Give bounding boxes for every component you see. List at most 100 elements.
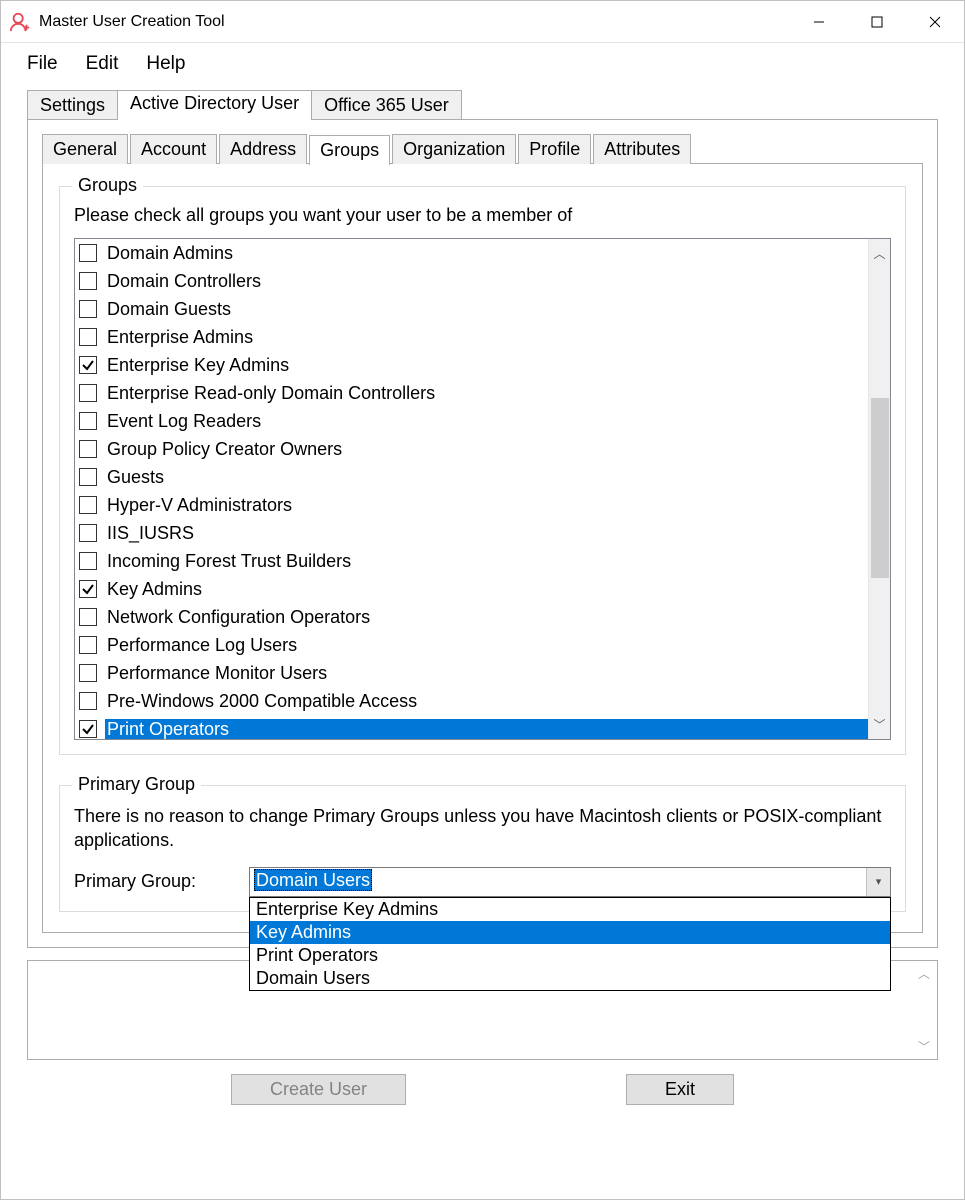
group-label: Performance Monitor Users: [105, 663, 329, 684]
group-item[interactable]: Domain Guests: [75, 295, 868, 323]
close-button[interactable]: [906, 1, 964, 43]
group-item[interactable]: Network Configuration Operators: [75, 603, 868, 631]
menu-help[interactable]: Help: [146, 53, 185, 75]
group-item[interactable]: Performance Monitor Users: [75, 659, 868, 687]
scroll-down-arrow-icon[interactable]: ﹀: [918, 1038, 930, 1055]
group-label: Hyper-V Administrators: [105, 495, 294, 516]
group-item[interactable]: Incoming Forest Trust Builders: [75, 547, 868, 575]
outer-tab-panel: General Account Address Groups Organizat…: [27, 119, 938, 948]
primary-group-dropdown[interactable]: Enterprise Key AdminsKey AdminsPrint Ope…: [249, 897, 891, 991]
primary-group-legend: Primary Group: [72, 774, 201, 795]
group-label: Event Log Readers: [105, 411, 263, 432]
checkbox[interactable]: [79, 412, 97, 430]
group-label: IIS_IUSRS: [105, 523, 196, 544]
dropdown-option[interactable]: Enterprise Key Admins: [250, 898, 890, 921]
combobox-arrow-icon[interactable]: ▾: [866, 868, 890, 896]
scroll-up-arrow-icon[interactable]: ︿: [918, 965, 930, 982]
inner-tab-organization[interactable]: Organization: [392, 134, 516, 164]
checkbox[interactable]: [79, 496, 97, 514]
inner-tab-general[interactable]: General: [42, 134, 128, 164]
primary-group-selected[interactable]: Domain Users: [250, 868, 866, 896]
dropdown-option[interactable]: Key Admins: [250, 921, 890, 944]
group-item[interactable]: Pre-Windows 2000 Compatible Access: [75, 687, 868, 715]
inner-tab-groups[interactable]: Groups: [309, 135, 390, 165]
group-item[interactable]: Enterprise Admins: [75, 323, 868, 351]
checkbox[interactable]: [79, 272, 97, 290]
group-label: Enterprise Admins: [105, 327, 255, 348]
app-icon: [9, 11, 31, 33]
checkbox[interactable]: [79, 524, 97, 542]
checkbox[interactable]: [79, 664, 97, 682]
group-item[interactable]: Domain Admins: [75, 239, 868, 267]
group-item[interactable]: Key Admins: [75, 575, 868, 603]
create-user-button[interactable]: Create User: [231, 1074, 406, 1105]
checkbox[interactable]: [79, 356, 97, 374]
log-scrollbar[interactable]: ︿ ﹀: [913, 965, 935, 1055]
group-label: Key Admins: [105, 579, 204, 600]
group-label: Print Operators: [105, 719, 868, 740]
group-item[interactable]: Print Operators: [75, 715, 868, 739]
tab-o365[interactable]: Office 365 User: [311, 90, 462, 120]
group-item[interactable]: Guests: [75, 463, 868, 491]
inner-tab-profile[interactable]: Profile: [518, 134, 591, 164]
menu-bar: File Edit Help: [1, 43, 964, 89]
primary-group-combobox[interactable]: Domain Users ▾ Enterprise Key AdminsKey …: [249, 867, 891, 897]
group-item[interactable]: Hyper-V Administrators: [75, 491, 868, 519]
exit-button[interactable]: Exit: [626, 1074, 734, 1105]
checkbox[interactable]: [79, 440, 97, 458]
scroll-up-arrow-icon[interactable]: ︿: [873, 245, 885, 262]
checkbox[interactable]: [79, 552, 97, 570]
inner-tab-attributes[interactable]: Attributes: [593, 134, 691, 164]
group-label: Domain Controllers: [105, 271, 263, 292]
checkbox[interactable]: [79, 300, 97, 318]
groups-instruction: Please check all groups you want your us…: [74, 205, 891, 226]
checkbox[interactable]: [79, 468, 97, 486]
group-label: Incoming Forest Trust Builders: [105, 551, 353, 572]
group-item[interactable]: Enterprise Read-only Domain Controllers: [75, 379, 868, 407]
primary-group-instruction: There is no reason to change Primary Gro…: [74, 804, 891, 853]
group-label: Guests: [105, 467, 166, 488]
dropdown-option[interactable]: Print Operators: [250, 944, 890, 967]
checkbox[interactable]: [79, 384, 97, 402]
outer-tabs: Settings Active Directory User Office 36…: [27, 89, 938, 119]
tab-ad-user[interactable]: Active Directory User: [117, 90, 312, 120]
groups-scrollbar[interactable]: ︿ ﹀: [868, 239, 890, 739]
group-item[interactable]: Enterprise Key Admins: [75, 351, 868, 379]
group-label: Enterprise Key Admins: [105, 355, 291, 376]
checkbox[interactable]: [79, 692, 97, 710]
maximize-button[interactable]: [848, 1, 906, 43]
title-bar: Master User Creation Tool: [1, 1, 964, 43]
primary-group-label: Primary Group:: [74, 867, 239, 892]
group-item[interactable]: Performance Log Users: [75, 631, 868, 659]
menu-edit[interactable]: Edit: [86, 53, 119, 75]
group-item[interactable]: Event Log Readers: [75, 407, 868, 435]
window-title: Master User Creation Tool: [39, 13, 790, 31]
checkbox[interactable]: [79, 720, 97, 738]
checkbox[interactable]: [79, 244, 97, 262]
checkbox[interactable]: [79, 328, 97, 346]
group-label: Domain Admins: [105, 243, 235, 264]
group-item[interactable]: Domain Controllers: [75, 267, 868, 295]
dropdown-option[interactable]: Domain Users: [250, 967, 890, 990]
scroll-down-arrow-icon[interactable]: ﹀: [873, 716, 885, 733]
scrollbar-thumb[interactable]: [871, 398, 889, 578]
checkbox[interactable]: [79, 608, 97, 626]
group-item[interactable]: Group Policy Creator Owners: [75, 435, 868, 463]
minimize-button[interactable]: [790, 1, 848, 43]
menu-file[interactable]: File: [27, 53, 58, 75]
checkbox[interactable]: [79, 636, 97, 654]
group-label: Enterprise Read-only Domain Controllers: [105, 383, 437, 404]
inner-tab-panel: Groups Please check all groups you want …: [42, 163, 923, 933]
tab-settings[interactable]: Settings: [27, 90, 118, 120]
checkbox[interactable]: [79, 580, 97, 598]
groups-fieldset: Groups Please check all groups you want …: [59, 186, 906, 755]
group-item[interactable]: IIS_IUSRS: [75, 519, 868, 547]
groups-listbox[interactable]: Domain Admins Domain Controllers Domain Gu…: [74, 238, 891, 740]
group-label: Domain Guests: [105, 299, 233, 320]
group-label: Pre-Windows 2000 Compatible Access: [105, 691, 419, 712]
inner-tabs: General Account Address Groups Organizat…: [42, 134, 923, 164]
group-label: Performance Log Users: [105, 635, 299, 656]
inner-tab-account[interactable]: Account: [130, 134, 217, 164]
groups-legend: Groups: [72, 175, 143, 196]
inner-tab-address[interactable]: Address: [219, 134, 307, 164]
